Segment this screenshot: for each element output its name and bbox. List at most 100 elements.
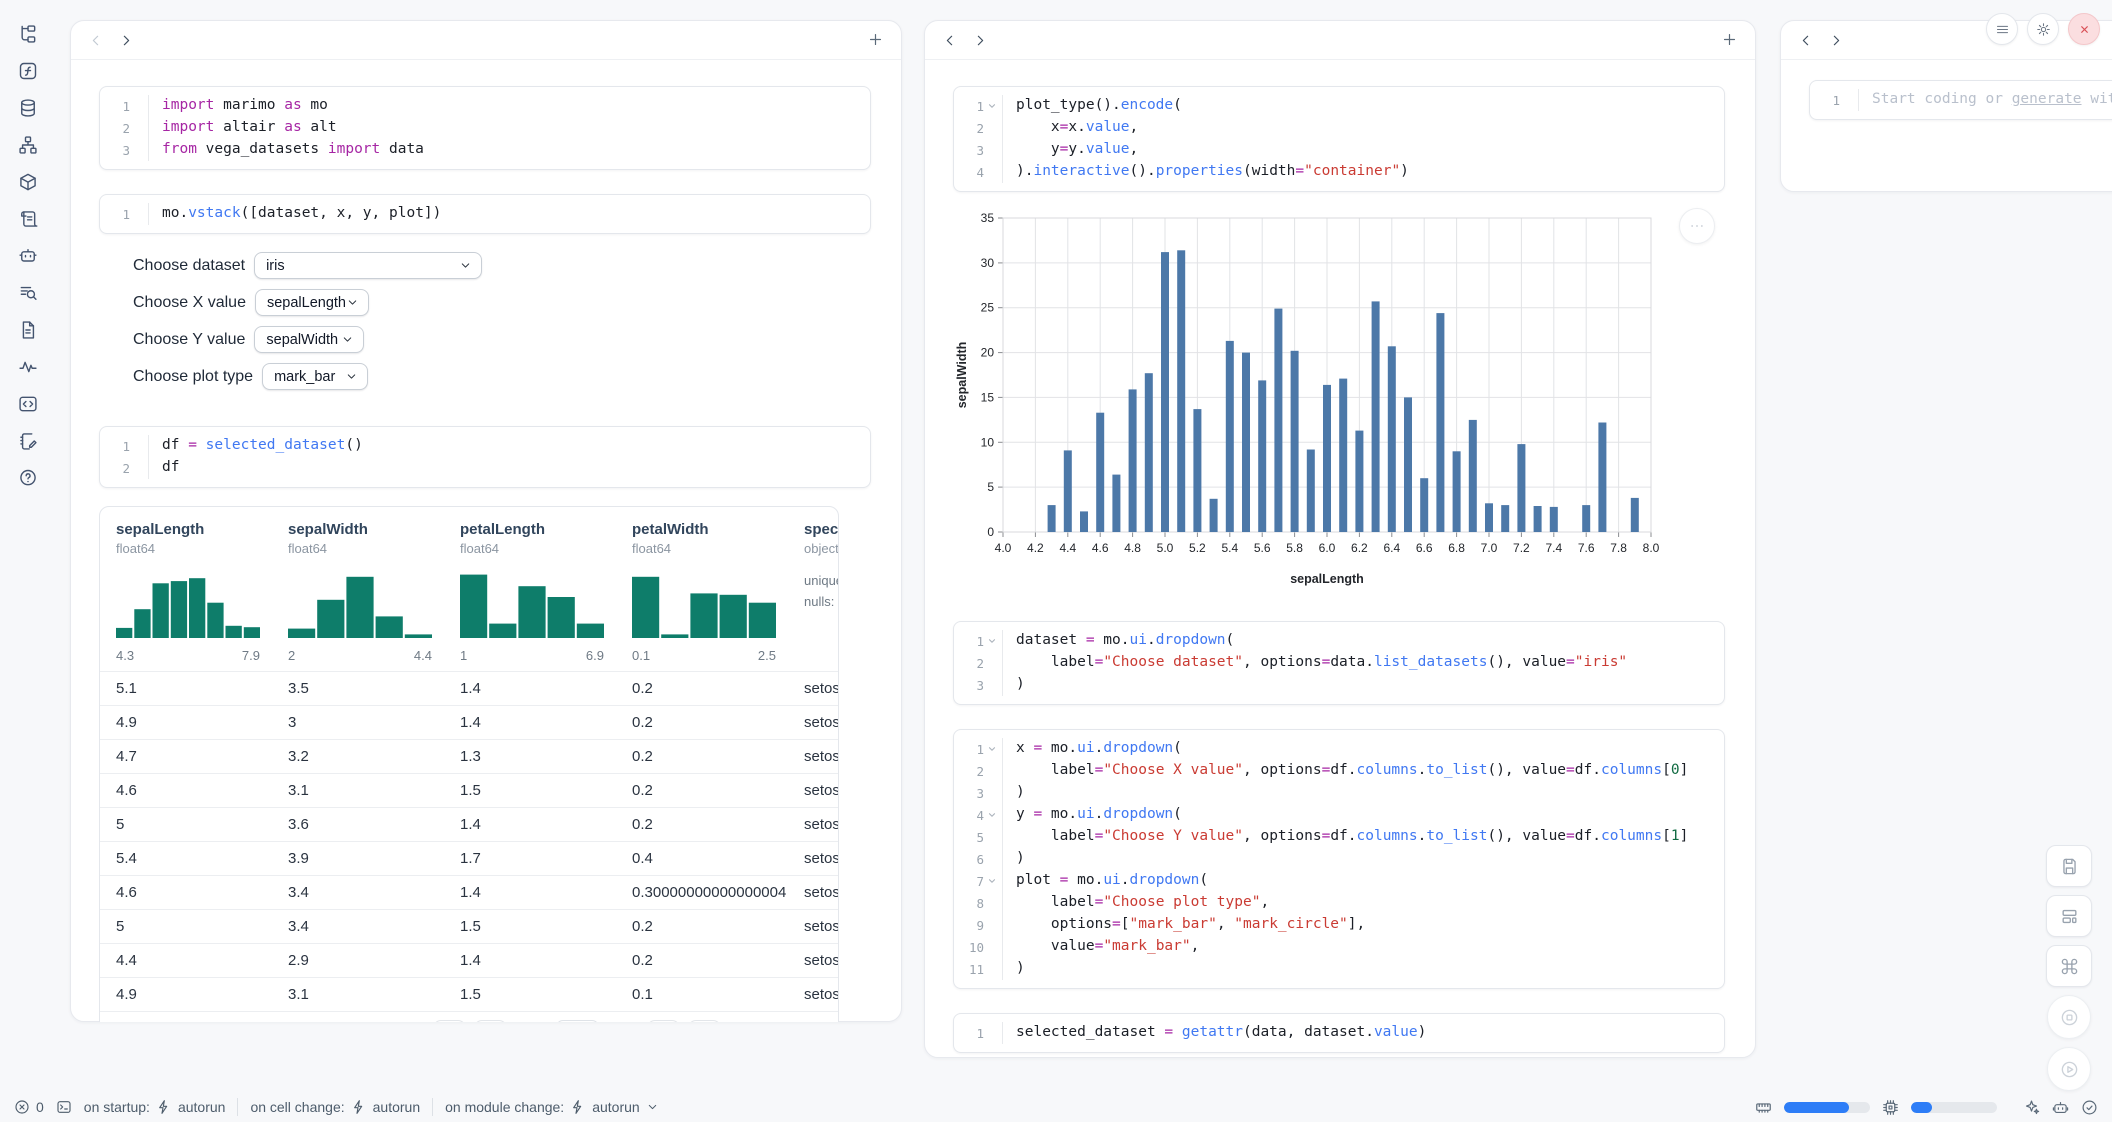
table-column-header[interactable]: sepalWidthfloat6424.4: [272, 521, 444, 663]
function-square-icon[interactable]: [18, 61, 38, 81]
collapse-chevron-icon[interactable]: [984, 804, 1000, 826]
table-row[interactable]: 4.73.21.30.2setosa: [100, 739, 838, 773]
connection-status-button[interactable]: [2081, 1099, 2098, 1116]
collapse-chevron-icon[interactable]: [984, 738, 1000, 760]
keyboard-shortcuts-button[interactable]: [2046, 945, 2092, 987]
code-line: 1dataset = mo.ui.dropdown(: [954, 630, 1724, 652]
code-block-icon[interactable]: [18, 394, 38, 414]
column-histogram[interactable]: [288, 566, 444, 643]
runtime-config-item[interactable]: on startup:autorun: [84, 1099, 226, 1115]
line-number: 4: [954, 161, 984, 183]
menu-button[interactable]: [1986, 13, 2018, 45]
new-cell-editor[interactable]: 1Start coding or generate with: [1809, 80, 2112, 120]
code-editor-df[interactable]: 1df = selected_dataset()2df: [99, 426, 871, 488]
choose-y-value-select[interactable]: sepalWidth: [254, 326, 364, 353]
help-icon[interactable]: [18, 468, 38, 488]
error-indicator[interactable]: 0: [14, 1099, 44, 1115]
page-select[interactable]: 1: [556, 1020, 600, 1022]
run-all-button[interactable]: [2047, 1047, 2091, 1091]
next-page-button[interactable]: [647, 1020, 680, 1023]
chat-bot-icon[interactable]: [18, 246, 38, 266]
table-row[interactable]: 4.63.41.40.30000000000000004setosa: [100, 875, 838, 909]
gutter-spacer: [1840, 89, 1856, 111]
choose-x-value-select[interactable]: sepalLength: [255, 289, 369, 316]
line-number: 2: [954, 760, 984, 782]
column-move-left-button[interactable]: [87, 32, 104, 49]
runtime-config-item[interactable]: on module change:autorun: [445, 1099, 659, 1115]
column-move-right-button[interactable]: [972, 32, 989, 49]
ai-sparkles-button[interactable]: [2023, 1099, 2040, 1116]
first-page-button[interactable]: [433, 1020, 466, 1023]
line-number: 5: [954, 826, 984, 848]
layout-button[interactable]: [2046, 895, 2092, 937]
add-column-button[interactable]: [1721, 31, 1739, 49]
code-editor-imports[interactable]: 1import marimo as mo2import altair as al…: [99, 86, 871, 170]
column-histogram[interactable]: [116, 566, 272, 643]
memory-icon: [1755, 1099, 1772, 1116]
table-cell: 3.2: [272, 748, 444, 765]
table-column-header[interactable]: speciesobjectunique:nulls:: [788, 521, 838, 663]
code-editor-selected-dataset[interactable]: 1selected_dataset = getattr(data, datase…: [953, 1013, 1725, 1053]
stop-kernel-button[interactable]: [2047, 995, 2091, 1039]
chart-output: 4.04.24.44.64.85.05.25.45.65.86.06.26.46…: [953, 192, 1725, 597]
code-editor-dataset[interactable]: 1dataset = mo.ui.dropdown(2 label="Choos…: [953, 621, 1725, 705]
runtime-config-item[interactable]: on cell change:autorun: [250, 1099, 420, 1115]
column-move-right-button[interactable]: [1828, 32, 1845, 49]
package-icon[interactable]: [18, 172, 38, 192]
shutdown-button[interactable]: [2068, 13, 2100, 45]
add-column-button[interactable]: [867, 31, 885, 49]
column-range: 16.9: [460, 648, 604, 663]
table-row[interactable]: 5.43.91.70.4setosa: [100, 841, 838, 875]
gutter-spacer: [984, 652, 1000, 674]
collapse-chevron-icon[interactable]: [984, 95, 1000, 117]
table-row[interactable]: 4.42.91.40.2setosa: [100, 943, 838, 977]
column-move-left-button[interactable]: [1797, 32, 1814, 49]
table-row[interactable]: 4.931.40.2setosa: [100, 705, 838, 739]
dependency-graph-icon[interactable]: [18, 135, 38, 155]
table-column-header[interactable]: sepalLengthfloat644.37.9: [100, 521, 272, 663]
column-move-right-button[interactable]: [118, 32, 135, 49]
file-tree-icon[interactable]: [18, 24, 38, 44]
column-histogram[interactable]: [632, 566, 788, 643]
choose-dataset-select[interactable]: iris: [254, 252, 482, 279]
table-column-header[interactable]: petalLengthfloat6416.9: [444, 521, 616, 663]
last-page-button[interactable]: [688, 1020, 721, 1023]
cell-vstack: 1mo.vstack([dataset, x, y, plot]) Choose…: [99, 194, 871, 402]
database-icon[interactable]: [18, 98, 38, 118]
collapse-chevron-icon[interactable]: [984, 630, 1000, 652]
code-line: 6): [954, 848, 1724, 870]
code-editor-xyplot[interactable]: 1x = mo.ui.dropdown(2 label="Choose X va…: [953, 729, 1725, 989]
table-cell: 4.9: [100, 986, 272, 1003]
prev-page-button[interactable]: [474, 1020, 507, 1023]
column-move-left-button[interactable]: [941, 32, 958, 49]
column-histogram[interactable]: [460, 566, 616, 643]
scroll-icon[interactable]: [18, 209, 38, 229]
table-column-header[interactable]: petalWidthfloat640.12.5: [616, 521, 788, 663]
tracing-icon[interactable]: [18, 357, 38, 377]
code-line: 1import marimo as mo: [100, 95, 870, 117]
column-1-header: [71, 21, 901, 60]
assistant-bot-button[interactable]: [2052, 1099, 2069, 1116]
table-row[interactable]: 53.61.40.2setosa: [100, 807, 838, 841]
doc-search-icon[interactable]: [18, 283, 38, 303]
scratchpad-icon[interactable]: [18, 431, 38, 451]
table-cell: 3.5: [272, 680, 444, 697]
settings-button[interactable]: [2027, 13, 2059, 45]
collapse-chevron-icon[interactable]: [984, 870, 1000, 892]
table-row[interactable]: 53.41.50.2setosa: [100, 909, 838, 943]
code-editor-vstack[interactable]: 1mo.vstack([dataset, x, y, plot]): [99, 194, 871, 234]
code-editor-plot[interactable]: 1plot_type().encode(2 x=x.value,3 y=y.va…: [953, 86, 1725, 192]
choose-plot-type-select[interactable]: mark_bar: [262, 363, 368, 390]
altair-chart[interactable]: 4.04.24.44.64.85.05.25.45.65.86.06.26.46…: [953, 206, 1725, 597]
column-type: float64: [460, 541, 616, 556]
table-row[interactable]: 4.63.11.50.2setosa: [100, 773, 838, 807]
column-name: sepalLength: [116, 521, 272, 538]
line-number: 1: [954, 95, 984, 117]
chart-actions-button[interactable]: [1679, 208, 1715, 244]
save-button[interactable]: [2046, 845, 2092, 887]
table-row[interactable]: 4.93.11.50.1setosa: [100, 977, 838, 1011]
table-row[interactable]: 5.13.51.40.2setosa: [100, 671, 838, 705]
terminal-button[interactable]: [56, 1099, 72, 1115]
snippets-icon[interactable]: [18, 320, 38, 340]
bolt-icon: [351, 1099, 367, 1115]
